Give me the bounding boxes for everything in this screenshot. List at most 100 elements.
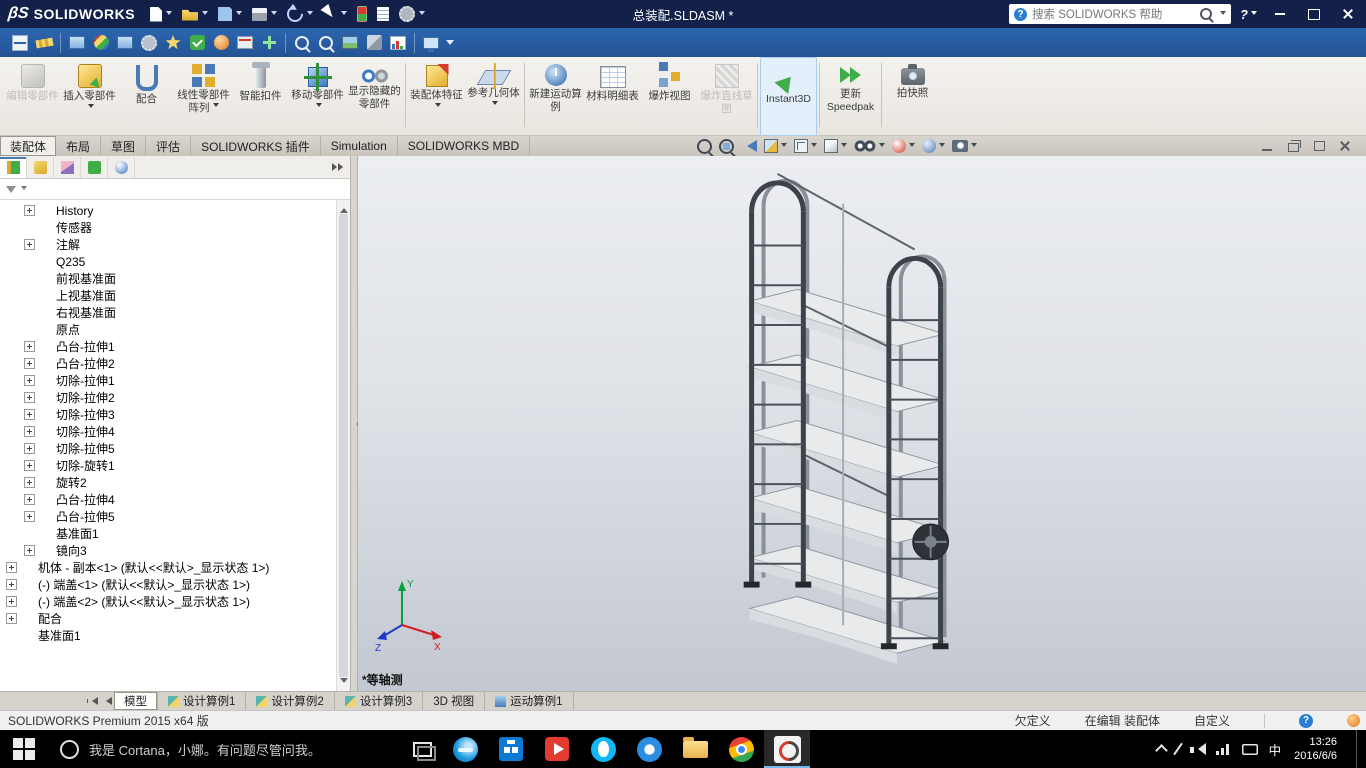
assembly-features-button[interactable]: 装配体特征	[408, 57, 465, 136]
save-button[interactable]	[213, 2, 247, 26]
graphics-viewport[interactable]: Y X Z *等轴测	[358, 156, 1366, 691]
expander-icon[interactable]	[24, 341, 35, 352]
options-gear-button[interactable]	[137, 31, 161, 55]
file-properties-button[interactable]	[372, 2, 394, 26]
help-button[interactable]	[1237, 7, 1260, 22]
measure-button[interactable]	[32, 31, 56, 55]
tree-item[interactable]: 机体 - 副本<1> (默认<<默认>_显示状态 1>)	[0, 559, 336, 576]
panel-tab-4[interactable]	[81, 156, 108, 178]
doc-newwindow-button[interactable]	[1308, 136, 1330, 156]
hide-show-button[interactable]	[852, 140, 887, 152]
model-tab-6[interactable]: 运动算例1	[485, 692, 574, 710]
zoom-area-button[interactable]	[717, 138, 736, 154]
section-view-button[interactable]	[762, 139, 789, 153]
network-button[interactable]	[1215, 743, 1231, 755]
scroll-up-icon[interactable]	[340, 204, 348, 213]
search-caret-icon[interactable]	[1220, 10, 1227, 18]
tree-item[interactable]: 凸台-拉伸4	[0, 491, 336, 508]
taskbar-clock[interactable]: 13:26 2016/6/6	[1294, 735, 1337, 764]
zoom-tool-button[interactable]	[290, 31, 314, 55]
tree-item[interactable]: 前视基准面	[0, 270, 336, 287]
spell-check-button[interactable]	[314, 31, 338, 55]
tree-item[interactable]: (-) 端盖<2> (默认<<默认>_显示状态 1>)	[0, 593, 336, 610]
expander-icon[interactable]	[24, 205, 35, 216]
smart-fasteners-button[interactable]: 智能扣件	[232, 57, 289, 136]
expander-icon[interactable]	[24, 409, 35, 420]
expander-icon[interactable]	[24, 426, 35, 437]
undo-button[interactable]	[282, 2, 318, 26]
store-taskbar-button[interactable]	[488, 730, 534, 768]
tree-item[interactable]: 旋转2	[0, 474, 336, 491]
display-settings-button[interactable]	[65, 31, 89, 55]
new-file-button[interactable]	[145, 2, 177, 26]
model-tab-1[interactable]: 模型	[114, 692, 158, 710]
media-app-taskbar-button[interactable]	[534, 730, 580, 768]
tree-item[interactable]: 凸台-拉伸5	[0, 508, 336, 525]
maximize-button[interactable]	[1300, 0, 1328, 28]
zoom-fit-button[interactable]	[695, 138, 714, 154]
tree-item[interactable]: 切除-拉伸2	[0, 389, 336, 406]
tree-item[interactable]: 切除-拉伸3	[0, 406, 336, 423]
edge-taskbar-button[interactable]	[442, 730, 488, 768]
apply-scene-button[interactable]	[920, 139, 947, 153]
show-desktop-button[interactable]	[1356, 730, 1362, 768]
expander-icon[interactable]	[24, 358, 35, 369]
expander-icon[interactable]	[24, 494, 35, 505]
mate-button[interactable]: 配合	[118, 57, 175, 136]
tree-item[interactable]: 凸台-拉伸2	[0, 355, 336, 372]
model-tab-2[interactable]: 设计算例1	[158, 692, 247, 710]
costing-button[interactable]	[386, 31, 410, 55]
move-component-button[interactable]: 移动零部件	[289, 57, 346, 136]
file-explorer-taskbar-button[interactable]	[672, 730, 718, 768]
expander-icon[interactable]	[24, 443, 35, 454]
tree-item[interactable]: 注解	[0, 236, 336, 253]
insert-plus-button[interactable]	[257, 31, 281, 55]
search-icon[interactable]	[1200, 8, 1213, 20]
tree-item[interactable]: Q235	[0, 253, 336, 270]
open-file-button[interactable]	[177, 2, 213, 26]
expander-icon[interactable]	[24, 511, 35, 522]
filter-funnel-icon[interactable]	[6, 186, 16, 198]
ribbon-tab-7[interactable]: SOLIDWORKS MBD	[398, 136, 531, 156]
view-orientation-button[interactable]	[792, 139, 819, 153]
expander-icon[interactable]	[24, 239, 35, 250]
tree-item[interactable]: History	[0, 202, 336, 219]
tree-item[interactable]: 传感器	[0, 219, 336, 236]
assembly-3d-model[interactable]	[358, 156, 1366, 691]
expander-icon[interactable]	[6, 562, 17, 573]
model-tab-5[interactable]: 3D 视图	[423, 692, 486, 710]
simulation-ball-button[interactable]	[209, 31, 233, 55]
tab-scroll-start-button[interactable]	[86, 692, 100, 710]
instant3d-button[interactable]: Instant3D	[760, 57, 817, 136]
rebuild-button[interactable]	[352, 2, 372, 26]
edit-appearance-button[interactable]	[890, 139, 917, 153]
previous-view-button[interactable]	[739, 140, 759, 152]
ribbon-tab-4[interactable]: 评估	[146, 136, 192, 156]
selection-burst-button[interactable]	[161, 31, 185, 55]
task-view-button[interactable]	[402, 730, 442, 768]
chevron-up-button[interactable]	[1154, 743, 1168, 757]
help-search-box[interactable]: 搜索 SOLIDWORKS 帮助	[1009, 4, 1232, 24]
pen-button[interactable]	[1172, 742, 1183, 756]
tree-item[interactable]: 凸台-拉伸1	[0, 338, 336, 355]
solidworks-taskbar-button[interactable]	[764, 730, 810, 768]
toolbox-button[interactable]	[233, 31, 257, 55]
texture-button[interactable]	[113, 31, 137, 55]
ime-indicator[interactable]: 中	[1269, 740, 1282, 759]
tree-item[interactable]: 镜向3	[0, 542, 336, 559]
expander-icon[interactable]	[24, 375, 35, 386]
minimize-button[interactable]	[1266, 0, 1294, 28]
snapshot-button[interactable]: 拍快照	[884, 57, 941, 136]
tree-item[interactable]: 右视基准面	[0, 304, 336, 321]
panel-tab-3[interactable]	[54, 156, 81, 178]
panel-tab-2[interactable]	[27, 156, 54, 178]
ribbon-tab-2[interactable]: 布局	[56, 136, 102, 156]
linear-pattern-button[interactable]: 线性零部件阵列	[175, 57, 232, 136]
speedpak-button[interactable]: 更新Speedpak	[822, 57, 879, 136]
tree-item[interactable]: 切除-拉伸5	[0, 440, 336, 457]
exploded-view-button[interactable]: 爆炸视图	[641, 57, 698, 136]
tree-item[interactable]: 切除-旋转1	[0, 457, 336, 474]
doc-minimize-button[interactable]	[1256, 136, 1278, 156]
panel-tab-5[interactable]	[108, 156, 135, 178]
volume-button[interactable]	[1189, 742, 1206, 756]
